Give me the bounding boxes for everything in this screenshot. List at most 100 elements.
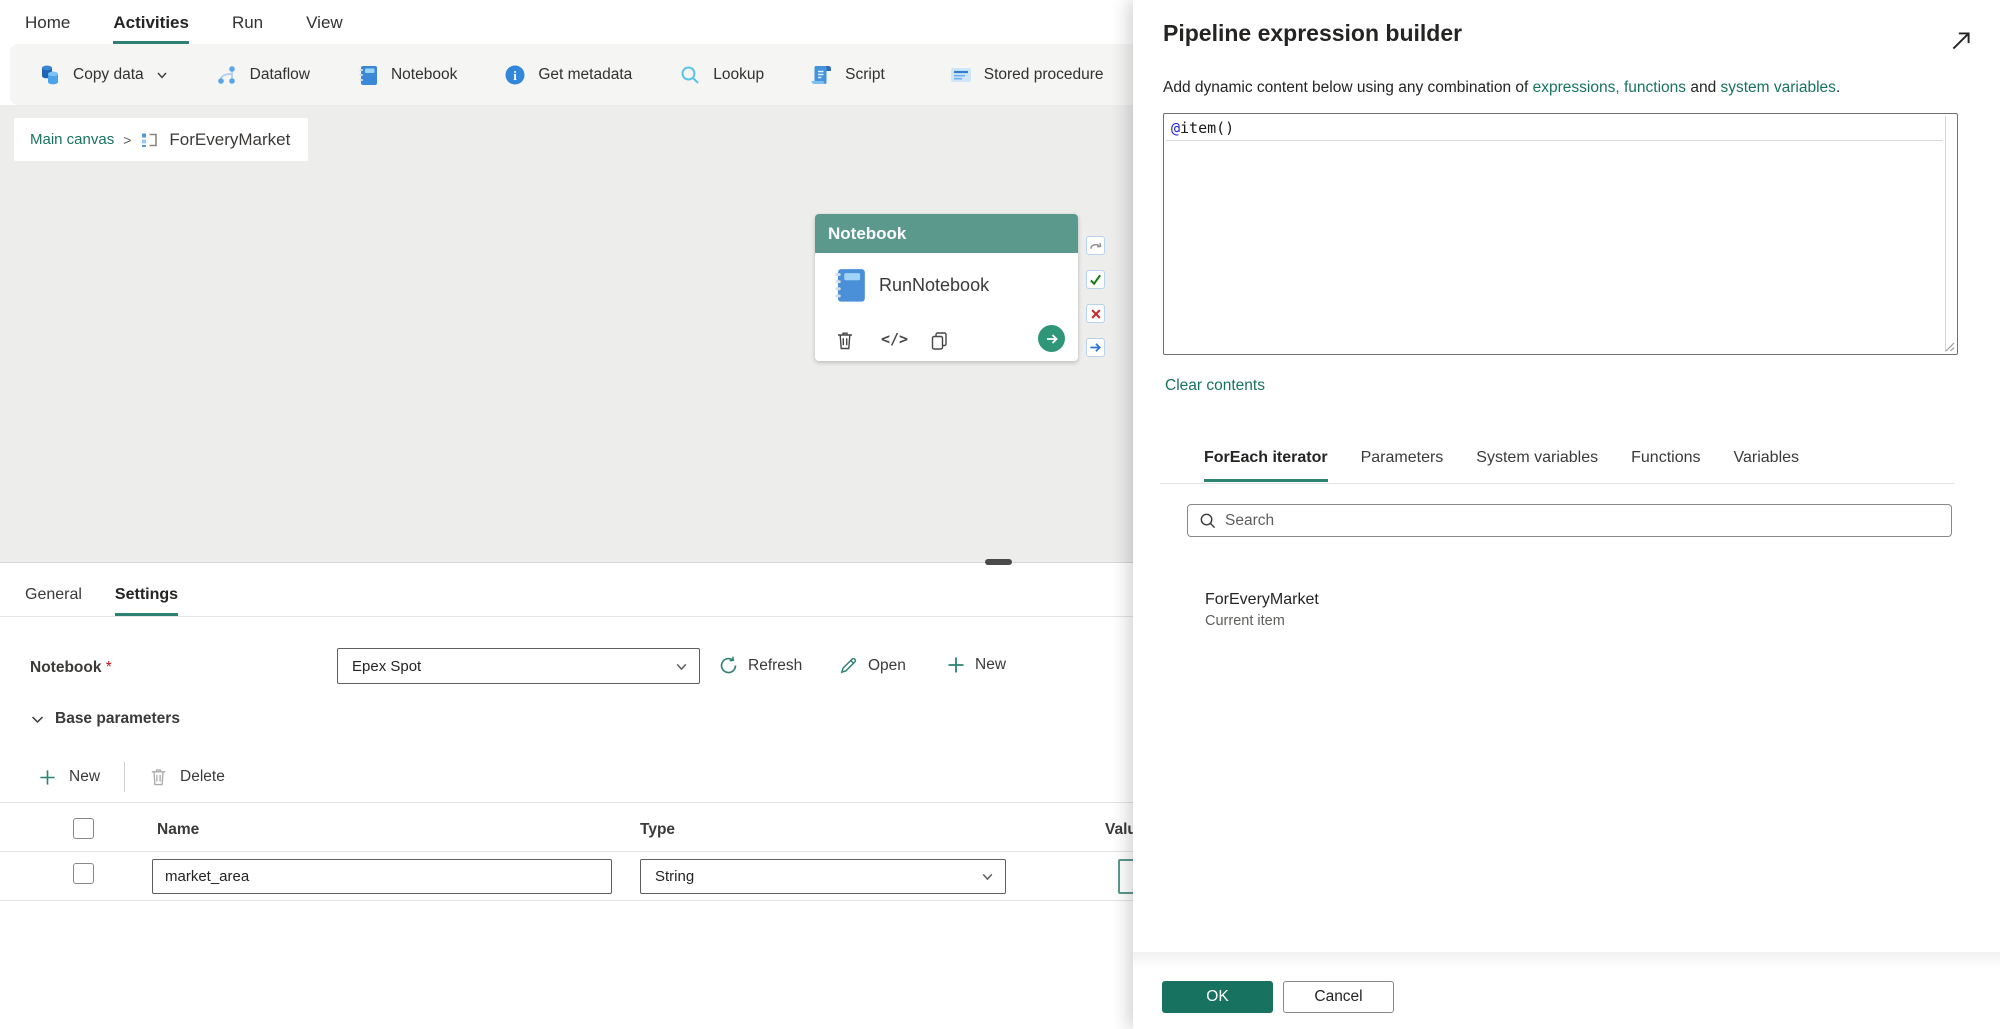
expression-scrollbar[interactable] [1945, 116, 1946, 352]
toolbar-item-label: Stored procedure [984, 66, 1104, 84]
toolbar-item-notebook[interactable]: Notebook [356, 63, 457, 87]
svg-text:i: i [514, 68, 518, 83]
plus-icon [946, 655, 966, 675]
panel-title: Pipeline expression builder [1163, 20, 1462, 47]
refresh-icon [718, 655, 739, 676]
panel-description: Add dynamic content below using any comb… [1163, 79, 1840, 97]
tab-variables[interactable]: Variables [1734, 449, 1800, 482]
lookup-icon [678, 63, 702, 87]
chevron-down-icon [155, 68, 169, 82]
toolbar-item-script[interactable]: Script [810, 63, 885, 87]
clear-contents-link[interactable]: Clear contents [1165, 377, 1265, 395]
expressions-link[interactable]: expressions, [1533, 79, 1620, 96]
code-icon[interactable]: </> [881, 330, 908, 348]
open-button[interactable]: Open [838, 655, 906, 676]
toolbar-item-label: Get metadata [538, 66, 632, 84]
expand-icon[interactable] [1948, 28, 1974, 54]
delete-parameter-label: Delete [180, 768, 225, 786]
menu-item-run[interactable]: Run [232, 13, 263, 44]
functions-link[interactable]: functions [1624, 79, 1686, 96]
dataflow-icon [215, 63, 239, 87]
tab-settings[interactable]: Settings [115, 586, 178, 616]
system-variables-link[interactable]: system variables [1721, 79, 1836, 96]
expression-input[interactable]: @item() [1163, 113, 1958, 355]
tab-foreach-iterator[interactable]: ForEach iterator [1204, 449, 1328, 482]
connector-on-completion[interactable] [1086, 338, 1105, 357]
select-all-checkbox[interactable] [73, 818, 94, 839]
search-box [1187, 504, 1952, 537]
expression-builder-panel: Pipeline expression builder Add dynamic … [1133, 0, 2000, 1029]
trash-icon [149, 767, 168, 787]
tab-parameters[interactable]: Parameters [1361, 449, 1444, 482]
parameter-type-select[interactable]: String [640, 859, 1006, 894]
notebook-select-value: Epex Spot [352, 658, 674, 675]
plus-icon [38, 768, 57, 787]
foreach-icon [140, 130, 160, 150]
resize-grip-icon[interactable] [1943, 340, 1955, 352]
parameters-command-bar: New Delete [38, 759, 225, 795]
breadcrumb: Main canvas > ForEveryMarket [14, 118, 308, 161]
ok-button[interactable]: OK [1162, 981, 1273, 1013]
toolbar-item-copy-data[interactable]: Copy data [38, 63, 169, 87]
toolbar-item-label: Notebook [391, 66, 457, 84]
connector-on-success[interactable] [1086, 270, 1105, 289]
notebook-icon [356, 63, 380, 87]
divider [1160, 483, 1954, 484]
notebook-icon [830, 265, 868, 305]
cancel-button[interactable]: Cancel [1283, 981, 1394, 1013]
copy-data-icon [38, 63, 62, 87]
toolbar-item-label: Script [845, 66, 885, 84]
toolbar-item-stored-procedure[interactable]: Stored procedure [949, 63, 1104, 87]
menu-item-view[interactable]: View [306, 13, 343, 44]
search-icon [1198, 511, 1217, 530]
toolbar-item-lookup[interactable]: Lookup [678, 63, 764, 87]
menu-item-home[interactable]: Home [25, 13, 70, 44]
activity-name: RunNotebook [879, 275, 989, 296]
search-input[interactable] [1225, 512, 1941, 530]
connector-on-failure[interactable] [1086, 304, 1105, 323]
chevron-down-icon [980, 869, 995, 884]
description-text: . [1836, 79, 1840, 96]
breadcrumb-current: ForEveryMarket [169, 130, 290, 150]
pencil-icon [838, 655, 859, 676]
new-parameter-button[interactable]: New [38, 768, 100, 787]
toolbar-item-get-metadata[interactable]: i Get metadata [503, 63, 632, 87]
description-text: Add dynamic content below using any comb… [1163, 79, 1533, 96]
add-connector-button[interactable] [1038, 325, 1065, 352]
toolbar-item-dataflow[interactable]: Dataflow [215, 63, 310, 87]
delete-activity-icon[interactable] [835, 330, 855, 351]
tab-functions[interactable]: Functions [1631, 449, 1700, 482]
activity-card-header: Notebook [815, 214, 1078, 253]
column-header-type: Type [640, 821, 675, 839]
refresh-button[interactable]: Refresh [718, 655, 802, 676]
toolbar-item-label: Lookup [713, 66, 764, 84]
connector-on-skip[interactable] [1086, 236, 1105, 255]
command-divider [124, 762, 125, 792]
breadcrumb-main-canvas-link[interactable]: Main canvas [30, 131, 114, 148]
toolbar-item-label: Copy data [73, 66, 144, 84]
get-metadata-icon: i [503, 63, 527, 87]
breadcrumb-separator: > [123, 132, 131, 148]
new-notebook-button[interactable]: New [946, 655, 1006, 675]
required-marker: * [106, 659, 112, 676]
notebook-select[interactable]: Epex Spot [337, 648, 700, 684]
new-parameter-label: New [69, 768, 100, 786]
stored-procedure-icon [949, 63, 973, 87]
check-icon [1089, 273, 1102, 286]
open-label: Open [868, 657, 906, 675]
column-header-name: Name [157, 821, 199, 839]
delete-parameter-button[interactable]: Delete [149, 767, 225, 787]
chevron-down-icon [30, 712, 45, 727]
tab-system-variables[interactable]: System variables [1476, 449, 1598, 482]
list-item-foreverymarket[interactable]: ForEveryMarket Current item [1205, 591, 1319, 629]
clone-activity-icon[interactable] [929, 330, 949, 351]
tab-general[interactable]: General [25, 586, 82, 616]
expression-at-token: @ [1171, 119, 1180, 137]
activity-card-runnotebook[interactable]: Notebook RunNotebook </> [815, 214, 1078, 361]
base-parameters-toggle[interactable]: Base parameters [30, 710, 180, 728]
menu-item-activities[interactable]: Activities [113, 13, 189, 44]
row-checkbox[interactable] [73, 863, 94, 884]
expression-line: @item() [1166, 116, 1943, 141]
app-root: Home Activities Run View Copy data [0, 0, 2000, 1029]
parameter-name-input[interactable] [152, 859, 612, 894]
